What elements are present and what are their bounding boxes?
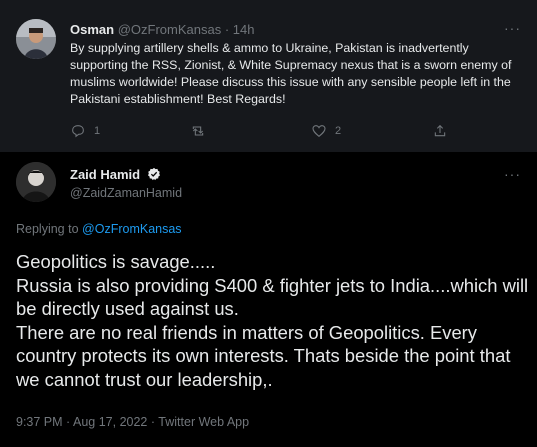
author-handle[interactable]: @ZaidZamanHamid — [70, 186, 182, 200]
tweet-line: Geopolitics is savage..... — [16, 251, 216, 272]
action-bar: 1 2 — [70, 123, 460, 141]
separator: · — [66, 415, 71, 429]
avatar[interactable] — [16, 19, 56, 59]
tweet-meta: 9:37 PM · Aug 17, 2022 · Twitter Web App — [16, 415, 249, 429]
tweet-line: Russia is also providing S400 & fighter … — [16, 274, 529, 320]
more-options-icon[interactable]: ··· — [504, 20, 521, 36]
avatar[interactable] — [16, 162, 56, 202]
verified-badge-icon — [147, 167, 161, 184]
reply-icon — [72, 125, 84, 138]
heart-icon — [312, 125, 326, 138]
tweet-text: By supplying artillery shells & ammo to … — [70, 41, 512, 106]
share-icon — [434, 124, 446, 137]
author-handle[interactable]: @OzFromKansas — [118, 22, 222, 37]
tweet-text: Geopolitics is savage..... Russia is als… — [16, 250, 531, 391]
avatar-photo-icon — [16, 19, 56, 59]
author-name[interactable]: Zaid Hamid — [70, 167, 140, 182]
retweet-icon — [192, 126, 204, 136]
like-count: 2 — [335, 125, 342, 137]
author-row: Zaid Hamid — [70, 167, 161, 184]
tweet-source[interactable]: Twitter Web App — [158, 415, 249, 429]
replying-to: Replying to @OzFromKansas — [16, 222, 182, 236]
tweet-time[interactable]: 9:37 PM — [16, 415, 63, 429]
avatar-photo-icon — [16, 162, 56, 202]
retweet-button[interactable] — [190, 123, 214, 139]
more-options-icon[interactable]: ··· — [504, 166, 521, 182]
replying-label: Replying to — [16, 222, 79, 236]
replied-tweet[interactable]: Osman @OzFromKansas · 14h ··· By supplyi… — [0, 0, 537, 152]
author-name[interactable]: Osman — [70, 22, 114, 37]
tweet-date[interactable]: Aug 17, 2022 — [73, 415, 147, 429]
replying-to-link[interactable]: @OzFromKansas — [82, 222, 182, 236]
separator: · — [150, 415, 156, 429]
reply-button[interactable]: 1 — [70, 123, 100, 139]
like-button[interactable]: 2 — [311, 123, 341, 139]
tweet-line: There are no real friends in matters of … — [16, 321, 511, 390]
tweet-time[interactable]: 14h — [233, 22, 255, 37]
author-row: Osman @OzFromKansas · 14h — [70, 22, 255, 37]
separator: · — [224, 22, 230, 37]
reply-count: 1 — [94, 125, 101, 137]
share-button[interactable] — [432, 123, 448, 139]
